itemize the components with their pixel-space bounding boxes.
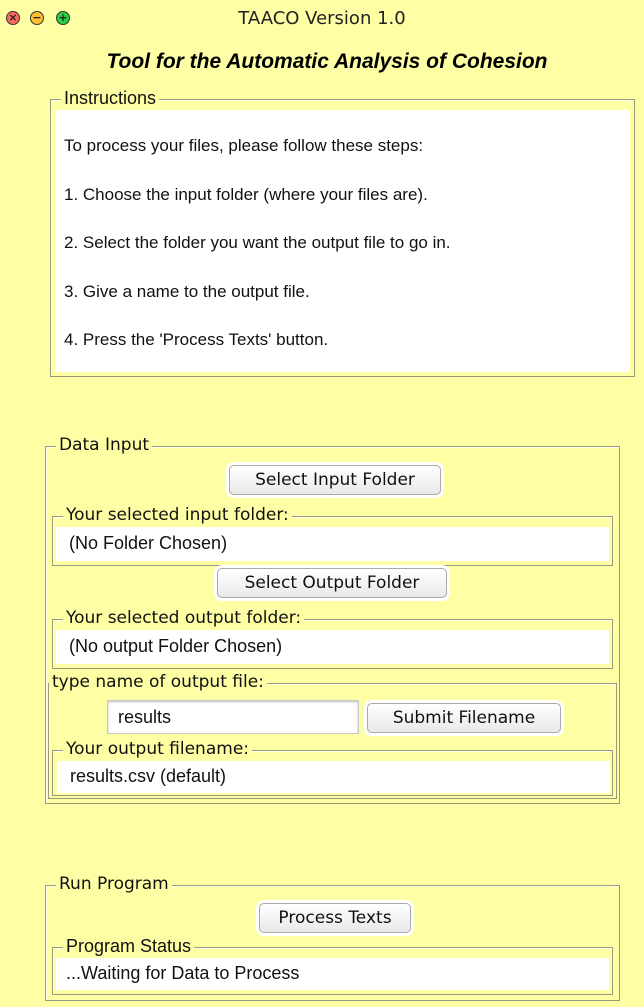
select-output-folder-button[interactable]: Select Output Folder: [217, 568, 447, 598]
instructions-line: 4. Press the 'Process Texts' button.: [64, 330, 329, 349]
instructions-group: Instructions To process your files, plea…: [50, 88, 635, 377]
instructions-panel: To process your files, please follow the…: [55, 110, 630, 372]
instructions-line: To process your files, please follow the…: [64, 136, 424, 155]
output-filename-value: results.csv (default): [70, 766, 227, 786]
output-folder-legend: Your selected output folder:: [63, 608, 305, 628]
output-filename-legend: Your output filename:: [63, 739, 252, 759]
program-status-value: ...Waiting for Data to Process: [66, 963, 300, 983]
output-filename-display: results.csv (default): [57, 761, 610, 793]
instructions-legend: Instructions: [61, 88, 160, 108]
app-heading: Tool for the Automatic Analysis of Cohes…: [106, 50, 548, 73]
output-filename-display-group: Your output filename: results.csv (defau…: [52, 739, 613, 796]
data-input-legend: Data Input: [56, 435, 153, 455]
instructions-line: 2. Select the folder you want the output…: [64, 233, 451, 252]
select-input-folder-button[interactable]: Select Input Folder: [229, 465, 441, 495]
output-filename-input[interactable]: results: [107, 700, 359, 734]
process-texts-button[interactable]: Process Texts: [259, 903, 411, 933]
input-folder-value: (No Folder Chosen): [69, 533, 228, 553]
output-folder-display: (No output Folder Chosen): [56, 630, 609, 664]
program-status-group: Program Status ...Waiting for Data to Pr…: [52, 936, 613, 995]
input-folder-group: Your selected input folder: (No Folder C…: [52, 505, 613, 566]
input-folder-display: (No Folder Chosen): [56, 527, 609, 561]
output-filename-group: type name of output file: results Submit…: [48, 672, 617, 799]
program-status-legend: Program Status: [63, 936, 195, 956]
input-folder-legend: Your selected input folder:: [63, 505, 292, 525]
instructions-line: 1. Choose the input folder (where your f…: [64, 185, 428, 204]
program-status-display: ...Waiting for Data to Process: [56, 958, 609, 990]
instructions-line: 3. Give a name to the output file.: [64, 282, 310, 301]
run-program-legend: Run Program: [56, 874, 172, 894]
run-program-group: Run Program Process Texts Program Status…: [45, 874, 620, 1001]
output-folder-group: Your selected output folder: (No output …: [52, 608, 613, 669]
title-bar: × − + TAACO Version 1.0: [0, 0, 644, 36]
data-input-group: Data Input Select Input Folder Your sele…: [45, 435, 620, 804]
output-folder-value: (No output Folder Chosen): [69, 636, 283, 656]
window-title: TAACO Version 1.0: [238, 8, 406, 29]
filename-legend: type name of output file:: [49, 672, 267, 692]
submit-filename-button[interactable]: Submit Filename: [367, 703, 561, 733]
